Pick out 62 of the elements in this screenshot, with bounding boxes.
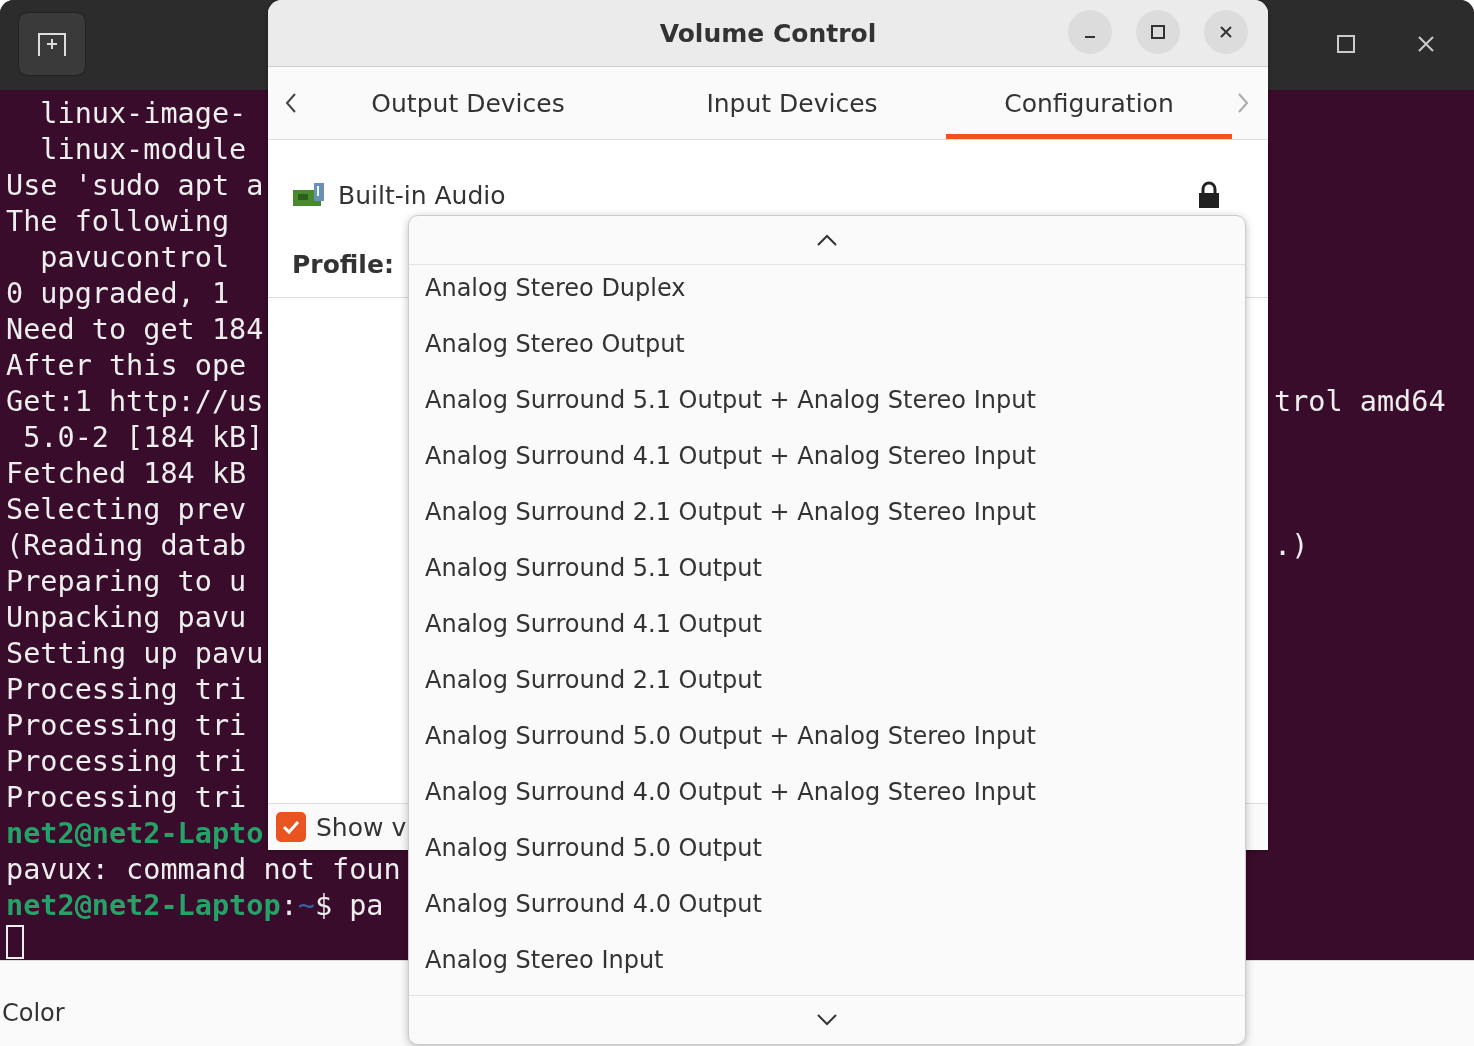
terminal-line: Preparing to u xyxy=(6,565,247,598)
maximize-icon[interactable] xyxy=(1337,35,1355,53)
terminal-line: net2@net2-Lapto xyxy=(6,817,264,850)
lock-icon[interactable] xyxy=(1198,181,1220,209)
minimize-icon xyxy=(1084,36,1096,38)
color-label: Color xyxy=(2,999,65,1027)
terminal-line: Selecting prev xyxy=(6,493,247,526)
terminal-line: Get:1 http://us xyxy=(6,385,264,418)
menu-item[interactable]: Analog Surround 4.0 Output + Analog Stereo Input xyxy=(409,769,1245,825)
terminal-line: After this ope xyxy=(6,349,247,382)
profile-label: Profile: xyxy=(292,250,395,279)
close-icon[interactable] xyxy=(1417,35,1435,53)
menu-item[interactable]: Analog Surround 4.0 Output xyxy=(409,881,1245,937)
terminal-line: Setting up pavu xyxy=(6,637,264,670)
scroll-left-icon[interactable] xyxy=(284,92,298,114)
menu-item[interactable]: Analog Stereo Output xyxy=(409,321,1245,377)
new-tab-icon xyxy=(37,31,67,57)
terminal-line: 5.0-2 [184 kB] xyxy=(22,421,264,454)
close-icon xyxy=(1218,24,1234,40)
menu-item[interactable]: Analog Surround 5.1 Output + Analog Stereo Input xyxy=(409,377,1245,433)
scroll-up-icon[interactable] xyxy=(816,234,838,246)
terminal-line: Fetched 184 kB xyxy=(6,457,247,490)
maximize-icon xyxy=(1150,24,1166,40)
check-icon xyxy=(281,819,301,835)
menu-item[interactable]: Analog Surround 2.1 Output xyxy=(409,657,1245,713)
show-checkbox[interactable]: Show v xyxy=(276,812,407,842)
terminal-line: Processing tri xyxy=(6,745,247,778)
scroll-down-icon[interactable] xyxy=(816,1014,838,1026)
terminal-line: Unpacking pavu xyxy=(6,601,247,634)
menu-item[interactable]: Analog Surround 2.1 Output + Analog Stereo Input xyxy=(409,489,1245,545)
menu-item[interactable]: Analog Surround 4.1 Output + Analog Stereo Input xyxy=(409,433,1245,489)
menu-item[interactable]: Analog Surround 5.0 Output xyxy=(409,825,1245,881)
terminal-line: 0 upgraded, 1 xyxy=(6,277,230,310)
terminal-line: Processing tri xyxy=(6,673,247,706)
menu-item[interactable]: Analog Stereo Duplex xyxy=(409,265,1245,321)
maximize-button[interactable] xyxy=(1136,10,1180,54)
menu-item[interactable]: Analog Stereo Input xyxy=(409,937,1245,993)
checkbox[interactable] xyxy=(276,812,306,842)
menu-item[interactable]: Analog Surround 5.0 Output + Analog Stereo Input xyxy=(409,713,1245,769)
terminal-line: Use 'sudo apt a xyxy=(6,169,264,202)
menu-item[interactable]: Analog Surround 5.1 Output xyxy=(409,545,1245,601)
terminal-line: linux-module xyxy=(39,133,247,166)
terminal-line: Processing tri xyxy=(6,781,247,814)
tab[interactable]: Input Devices xyxy=(638,67,946,139)
terminal-line: linux-image- xyxy=(39,97,247,130)
terminal-line: The following xyxy=(6,205,230,238)
terminal-line: Need to get 184 xyxy=(6,313,264,346)
card-name: Built-in Audio xyxy=(338,180,506,210)
terminal-line: (Reading datab xyxy=(6,529,247,562)
window-title: Volume Control xyxy=(659,18,877,48)
close-button[interactable] xyxy=(1204,10,1248,54)
terminal-line: trol amd64 xyxy=(1274,384,1446,420)
terminal-line: net2@net2-Laptop:~$ pa xyxy=(6,889,384,922)
tab[interactable]: Output Devices xyxy=(298,67,638,139)
terminal-line: pavux: command not foun xyxy=(6,853,401,886)
checkbox-label: Show v xyxy=(316,812,407,842)
terminal-line: pavucontrol xyxy=(39,241,230,274)
new-tab-button[interactable] xyxy=(18,12,86,76)
tab[interactable]: Configuration xyxy=(946,67,1232,139)
terminal-line: Processing tri xyxy=(6,709,247,742)
terminal-line: .) xyxy=(1274,528,1309,564)
menu-item[interactable]: Analog Surround 4.1 Output xyxy=(409,601,1245,657)
